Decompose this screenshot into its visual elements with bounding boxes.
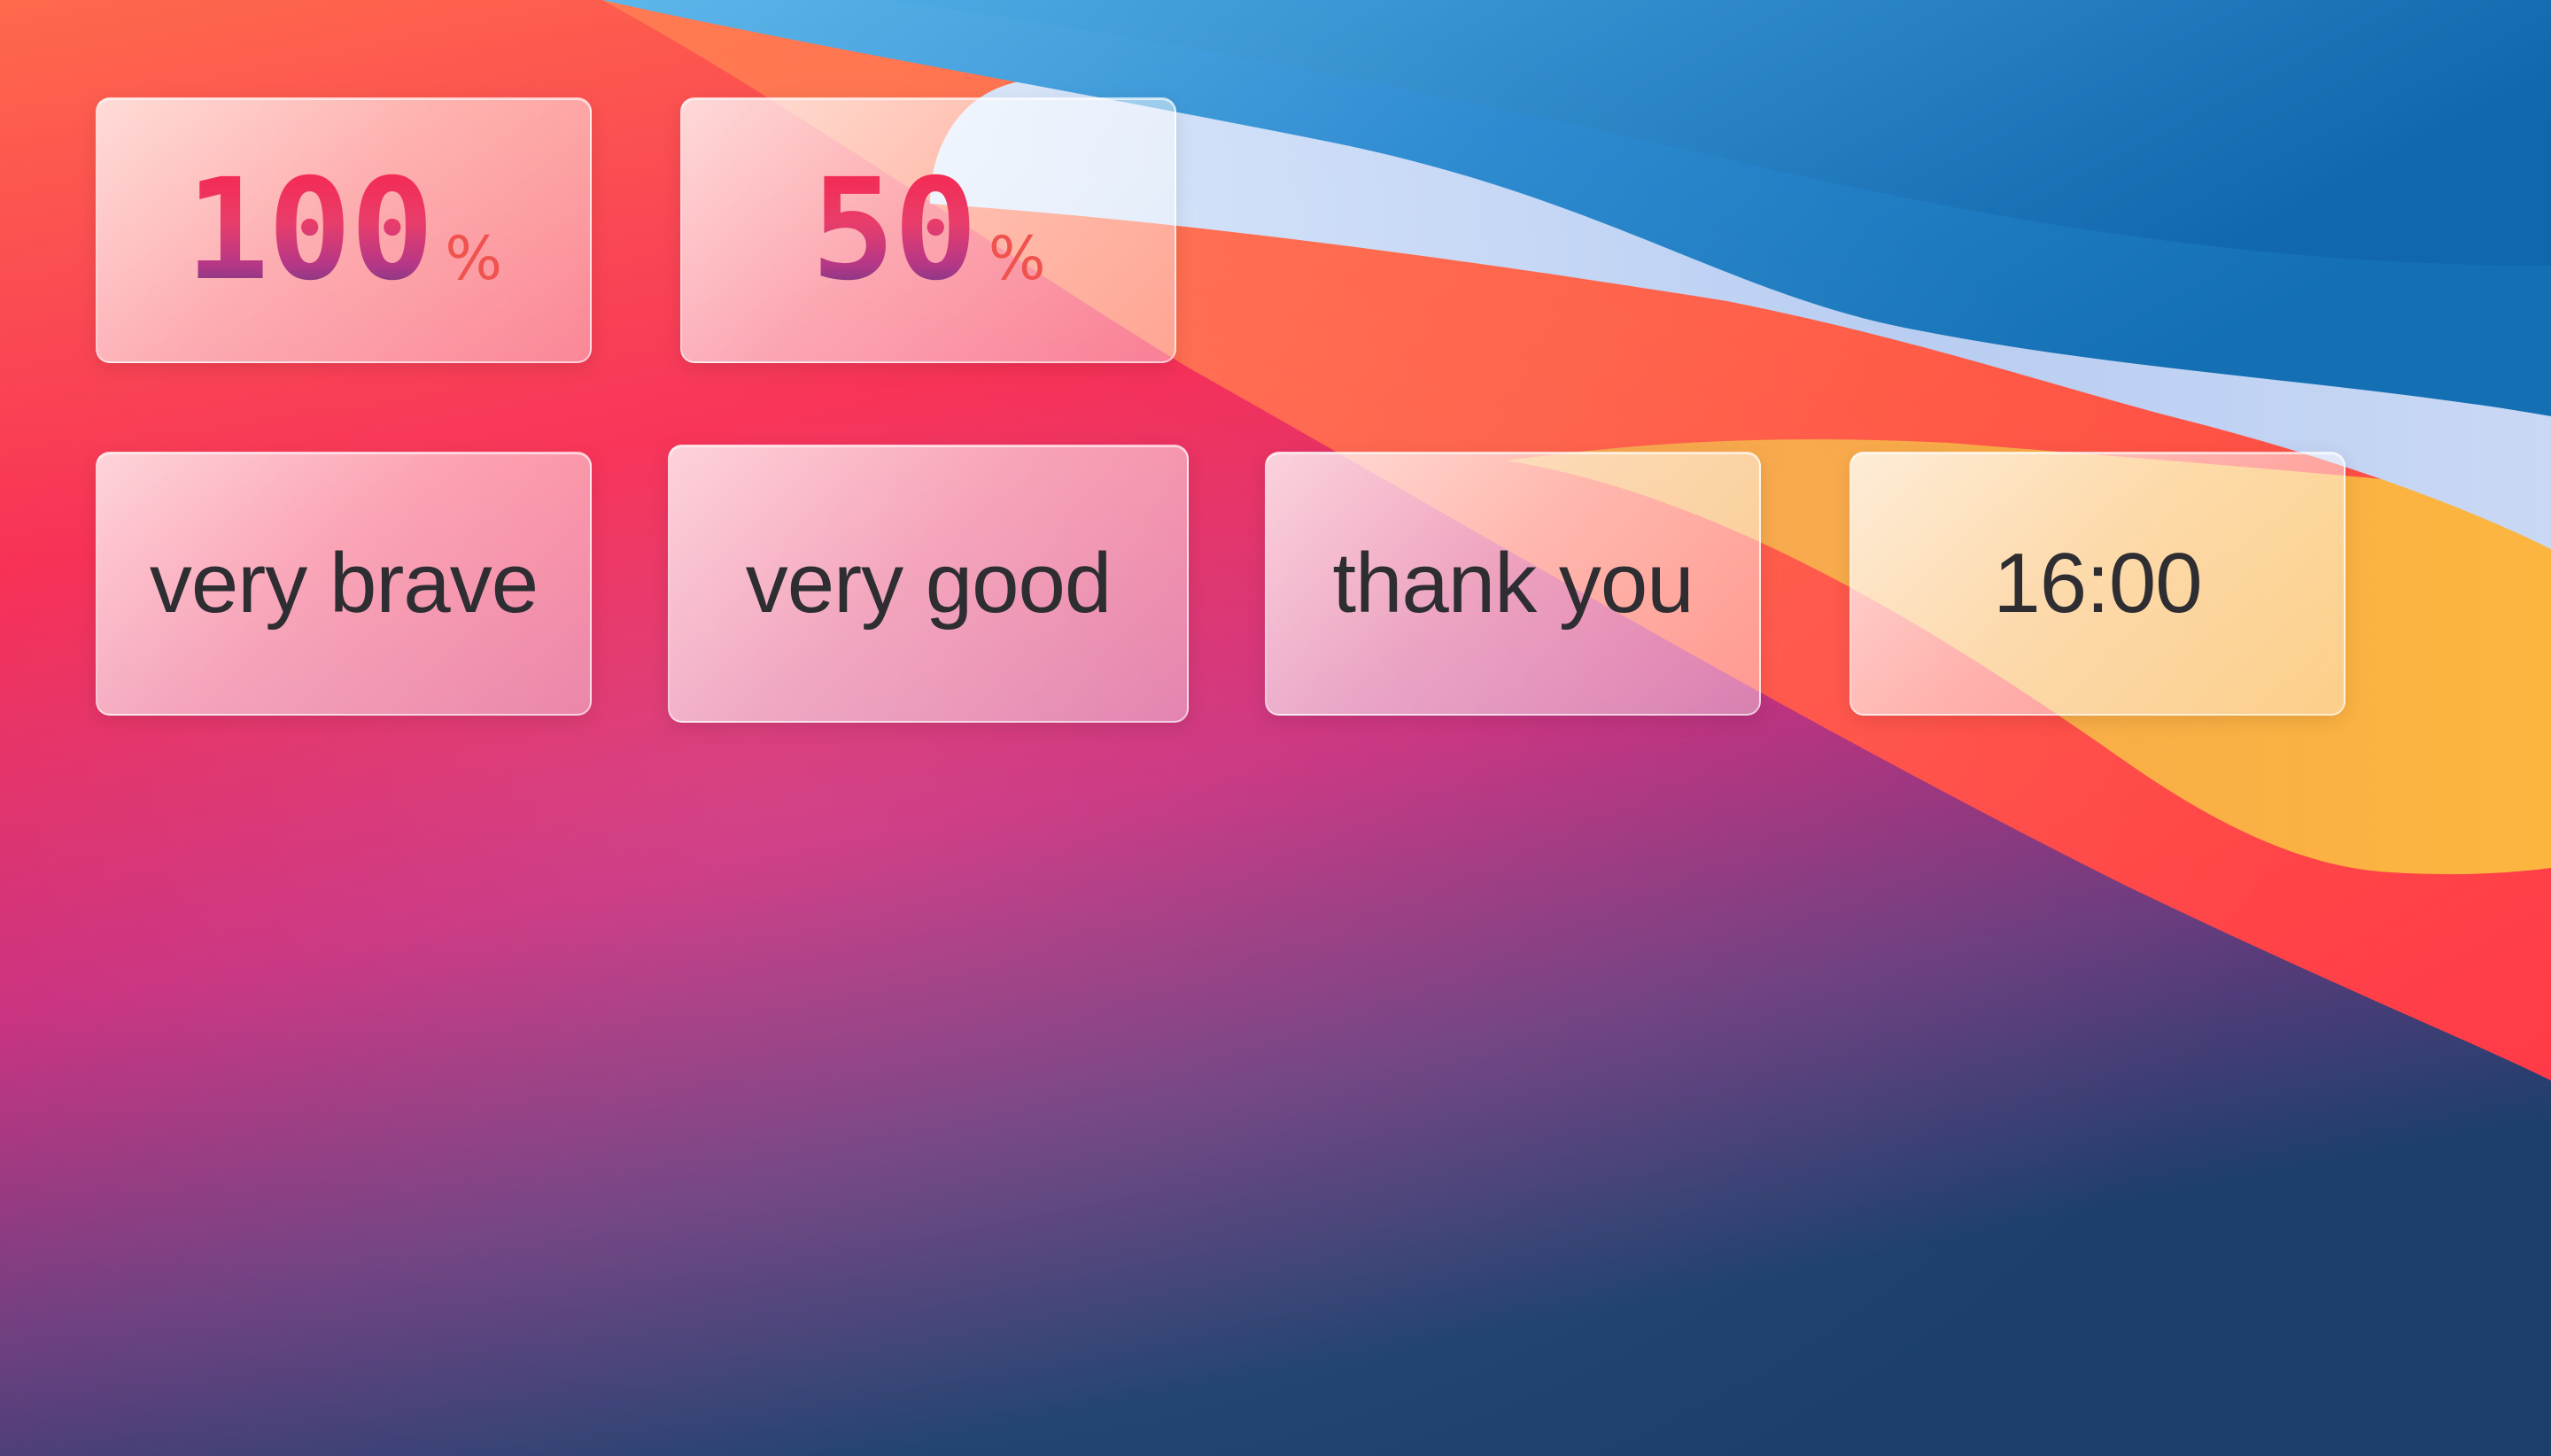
card-label: 16:00 <box>1993 536 2202 631</box>
percent-card-50: 50 % <box>680 97 1176 363</box>
percent-value: 50 <box>810 149 978 312</box>
desktop: 100 % 50 % very brave very good thank yo… <box>0 0 2551 1456</box>
percent-value: 100 <box>185 149 434 312</box>
card-label: thank you <box>1332 536 1694 631</box>
text-card-time: 16:00 <box>1849 452 2346 716</box>
text-card-thank-you: thank you <box>1265 452 1761 716</box>
card-label: very good <box>745 536 1113 631</box>
percent-unit: % <box>988 224 1046 294</box>
percent-unit: % <box>445 224 502 294</box>
text-card-very-good: very good <box>668 445 1189 723</box>
percent-card-100: 100 % <box>96 97 592 363</box>
text-card-very-brave: very brave <box>96 452 592 716</box>
card-label: very brave <box>149 536 539 631</box>
